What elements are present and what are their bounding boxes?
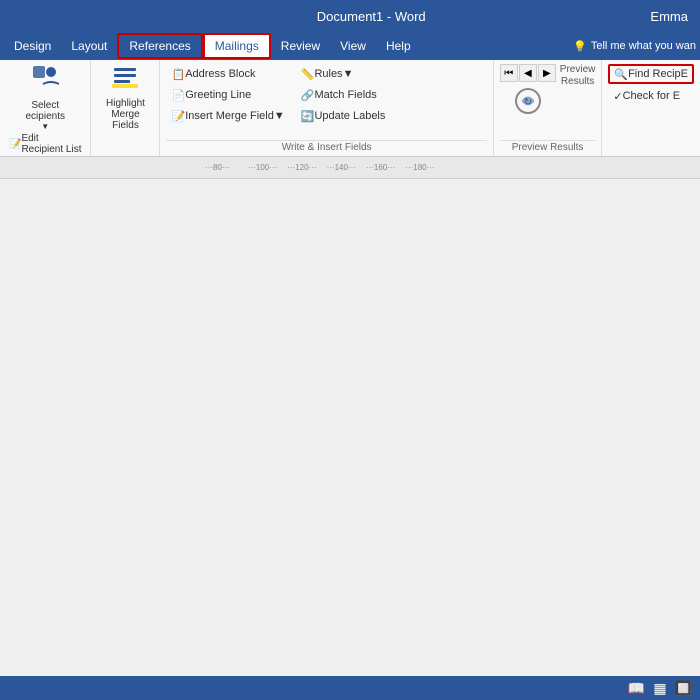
nav-controls: ⏮ ◀ ▶ ⏭ ↻ [500,64,556,119]
ribbon: Select ecipients ▼ 📝 EditRecipient List [0,60,700,157]
select-col: Select ecipients ▼ 📝 EditRecipient List [4,64,86,154]
menu-item-view[interactable]: View [330,35,376,57]
write-insert-section: 📋 Address Block 📄 Greeting Line 📝 Insert… [160,60,493,156]
title-bar-title: Document1 - Word [317,9,426,24]
find-section: 🔍 Find RecipE ✓ Check for E [602,60,700,156]
rules-col: 📏 Rules ▼ 🔗 Match Fields 🔄 Update Labels [296,64,391,138]
greeting-line-icon: 📄 [171,89,185,102]
recipients-label: ecipients [26,111,65,122]
status-bar: 📖 ▦ 🔲 [0,676,700,700]
check-for-button[interactable]: ✓ Check for E [608,86,694,106]
rules-arrow: ▼ [343,68,354,80]
nav-first-button[interactable]: ⏮ [500,64,518,82]
title-bar: Document1 - Word Emma [0,0,700,32]
main-content: ···80··· ···100··· ···120··· ···140··· ·… [0,157,700,700]
insert-merge-arrow: ▼ [274,110,285,122]
edit-icon: 📝 [9,139,21,150]
svg-text:↻: ↻ [524,97,532,108]
select-recipients-section: Select ecipients ▼ 📝 EditRecipient List [0,60,91,156]
address-block-icon: 📋 [171,68,185,81]
greeting-line-button[interactable]: 📄 Greeting Line [166,85,289,105]
menu-bar: Design Layout References Mailings Review… [0,32,700,60]
address-block-button[interactable]: 📋 Address Block [166,64,289,84]
update-labels-icon: 🔄 [301,110,315,123]
auto-check-label: ↻ [513,86,543,119]
preview-results-section: ⏮ ◀ ▶ ⏭ ↻ PreviewResults [494,60,603,156]
nav-prev-button[interactable]: ◀ [519,64,537,82]
rules-button[interactable]: 📏 Rules ▼ [296,64,391,84]
menu-item-help[interactable]: Help [376,35,421,57]
check-icon: ✓ [613,90,622,103]
insert-fields-col: 📋 Address Block 📄 Greeting Line 📝 Insert… [166,64,289,138]
select-recipients-icon [31,64,59,98]
edit-recipient-list-button[interactable]: 📝 EditRecipient List [4,134,86,154]
select-label: Select [31,100,59,111]
rules-icon: 📏 [301,68,315,81]
ruler: ···80··· ···100··· ···120··· ···140··· ·… [0,157,700,179]
highlight-icon [112,64,138,96]
book-icon[interactable]: 📖 [628,680,645,697]
menu-item-mailings[interactable]: Mailings [203,33,271,59]
menu-item-references[interactable]: References [117,33,202,59]
write-insert-content: 📋 Address Block 📄 Greeting Line 📝 Insert… [166,64,486,138]
insert-merge-icon: 📝 [171,110,185,123]
menu-item-design[interactable]: Design [4,35,61,57]
tell-me-box[interactable]: 💡 Tell me what you wan [573,40,696,53]
merge-fields-label: Merge Fields [111,109,139,131]
highlight-label: Highlight [106,98,145,109]
menu-item-layout[interactable]: Layout [61,35,117,57]
select-recipients-button[interactable]: Select ecipients ▼ [16,64,74,130]
find-buttons: 🔍 Find RecipE ✓ Check for E [608,64,694,106]
lightbulb-icon: 💡 [573,40,587,53]
nav-arrow-row: ⏮ ◀ ▶ ⏭ [500,64,556,82]
title-bar-user: Emma [650,9,688,24]
match-fields-icon: 🔗 [301,89,315,102]
layout-icon[interactable]: ▦ [653,680,666,697]
update-labels-button[interactable]: 🔄 Update Labels [296,106,391,126]
preview-results-label: PreviewResults [560,64,596,88]
preview-results-content: ⏮ ◀ ▶ ⏭ ↻ PreviewResults [500,64,596,138]
write-insert-label: Write & Insert Fields [166,140,486,154]
select-dropdown-arrow: ▼ [41,122,49,131]
preview-section-label: Preview Results [500,140,596,154]
menu-item-review[interactable]: Review [271,35,330,57]
nav-next-button[interactable]: ▶ [538,64,556,82]
match-fields-button[interactable]: 🔗 Match Fields [296,85,391,105]
preview-label-col: PreviewResults [560,64,596,88]
find-recipe-button[interactable]: 🔍 Find RecipE [608,64,694,84]
zoom-icon[interactable]: 🔲 [675,680,692,697]
find-icon: 🔍 [614,68,628,81]
highlight-section: Highlight Merge Fields [91,60,160,156]
insert-merge-field-button[interactable]: 📝 Insert Merge Field ▼ [166,106,289,126]
app-window: Document1 - Word Emma Design Layout Refe… [0,0,700,700]
highlight-merge-fields-button[interactable]: Highlight Merge Fields [97,64,153,130]
